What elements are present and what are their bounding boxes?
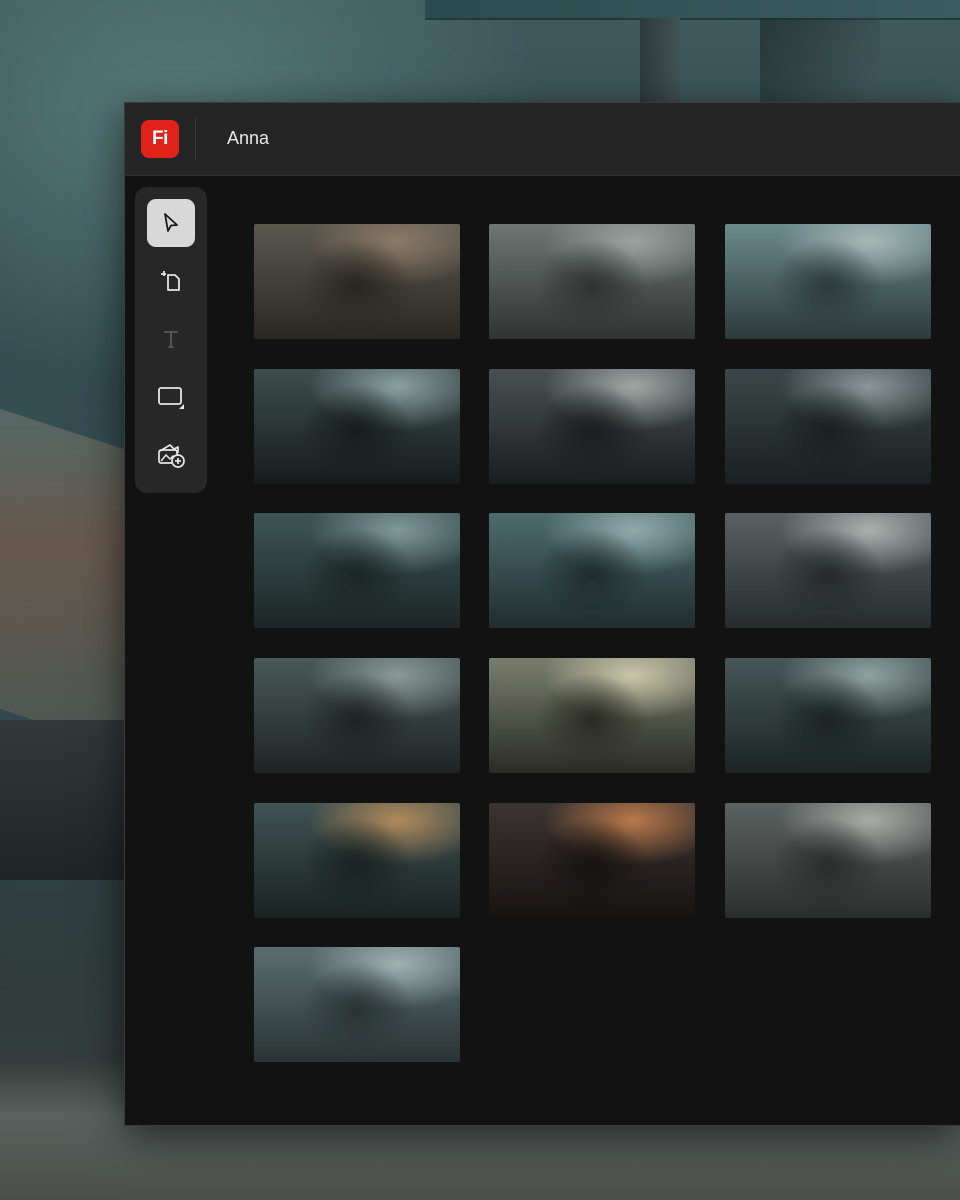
crop-rotate-icon bbox=[161, 271, 180, 291]
select-arrow-icon bbox=[164, 213, 178, 232]
gallery-thumbnail[interactable] bbox=[725, 369, 931, 484]
project-title[interactable]: Anna bbox=[227, 128, 269, 149]
text-tool-button[interactable] bbox=[147, 315, 195, 363]
background-structure bbox=[760, 18, 880, 102]
gallery-thumbnail[interactable] bbox=[489, 513, 695, 628]
gallery-thumbnail[interactable] bbox=[489, 658, 695, 773]
gallery-thumbnail[interactable] bbox=[489, 224, 695, 339]
gallery-thumbnail[interactable] bbox=[254, 369, 460, 484]
gallery-thumbnail[interactable] bbox=[254, 658, 460, 773]
gallery-thumbnail[interactable] bbox=[254, 803, 460, 918]
gallery-thumbnail[interactable] bbox=[725, 803, 931, 918]
app-logo[interactable]: Fi bbox=[141, 120, 179, 158]
select-tool-button[interactable] bbox=[147, 199, 195, 247]
gallery-thumbnail[interactable] bbox=[489, 803, 695, 918]
gallery-thumbnail[interactable] bbox=[254, 224, 460, 339]
text-tool-icon bbox=[164, 331, 178, 348]
background-rusted-roof bbox=[0, 408, 130, 752]
app-window: Fi Anna bbox=[124, 102, 960, 1126]
gallery-thumbnail[interactable] bbox=[254, 947, 460, 1062]
add-image-button[interactable] bbox=[147, 431, 195, 479]
add-image-icon bbox=[158, 444, 185, 468]
tool-palette bbox=[135, 187, 207, 493]
title-bar: Fi Anna bbox=[125, 103, 960, 176]
title-divider bbox=[195, 117, 196, 161]
frame-tool-button[interactable] bbox=[147, 373, 195, 421]
gallery-thumbnail[interactable] bbox=[725, 658, 931, 773]
crop-tool-button[interactable] bbox=[147, 257, 195, 305]
gallery-thumbnail[interactable] bbox=[489, 369, 695, 484]
frame-shape-icon bbox=[158, 387, 184, 409]
background-structure bbox=[640, 18, 680, 102]
background-window-edge bbox=[425, 0, 960, 20]
gallery-thumbnail[interactable] bbox=[725, 224, 931, 339]
gallery-thumbnail[interactable] bbox=[725, 513, 931, 628]
background-wall bbox=[0, 720, 130, 880]
gallery-thumbnail[interactable] bbox=[254, 513, 460, 628]
